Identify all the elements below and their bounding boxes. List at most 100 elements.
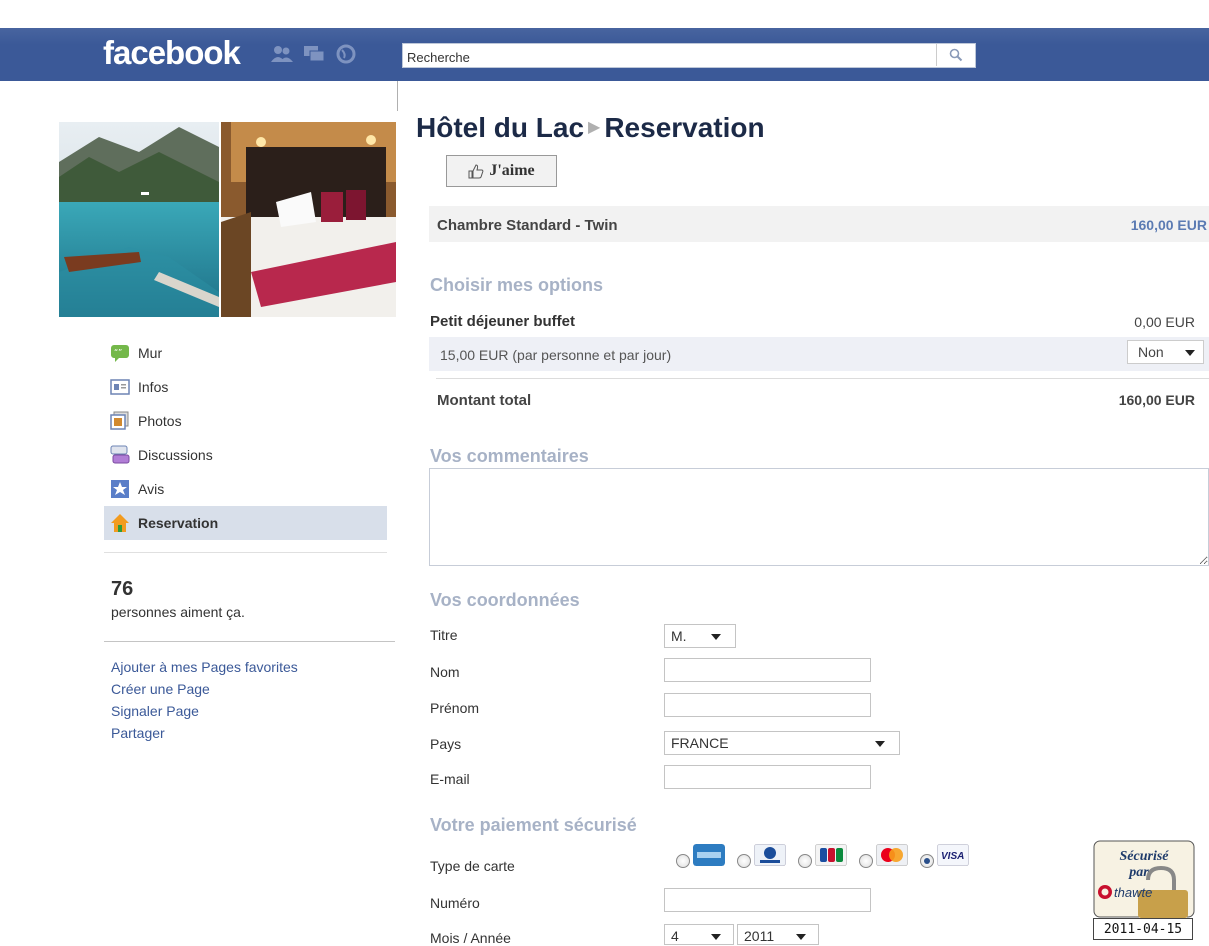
like-label: J'aime: [489, 162, 535, 179]
jcb-card-icon: [815, 844, 847, 866]
card-type-options: VISA: [676, 844, 981, 868]
chevron-down-icon: [1185, 350, 1195, 356]
share-link[interactable]: Partager: [111, 722, 298, 744]
chevron-down-icon: [711, 634, 721, 640]
reviews-icon: [111, 480, 129, 498]
jcb-radio[interactable]: [798, 854, 812, 868]
sidebar-item-label: Reservation: [138, 515, 219, 531]
svg-text:“”: “”: [114, 348, 122, 357]
year-select[interactable]: 2011: [737, 924, 819, 945]
likes-count: 76: [111, 578, 134, 600]
card-option-mastercard[interactable]: [859, 844, 908, 868]
notification-jewels: [270, 44, 358, 64]
like-button[interactable]: J'aime: [446, 155, 557, 187]
create-page-link[interactable]: Créer une Page: [111, 678, 298, 700]
year-select-value: 2011: [744, 928, 775, 944]
chevron-down-icon: [875, 741, 885, 747]
diners-card-icon: [754, 844, 786, 866]
month-select-value: 4: [671, 928, 679, 944]
sidebar-item-reservation[interactable]: Reservation: [104, 506, 387, 540]
email-label: E-mail: [430, 771, 470, 787]
prenom-field[interactable]: [664, 693, 871, 717]
breakfast-select[interactable]: Non: [1127, 340, 1204, 364]
page-title: Hôtel du Lac ▶ Reservation: [416, 112, 765, 144]
amex-radio[interactable]: [676, 854, 690, 868]
month-year-label: Mois / Année: [430, 930, 511, 946]
comments-heading: Vos commentaires: [430, 446, 589, 466]
options-heading: Choisir mes options: [430, 275, 604, 295]
breadcrumb-arrow-icon: ▶: [588, 119, 601, 136]
svg-text:VISA: VISA: [941, 851, 964, 862]
amex-card-icon: [693, 844, 725, 866]
lake-photo[interactable]: [59, 122, 219, 317]
visa-radio[interactable]: [920, 854, 934, 868]
prenom-label: Prénom: [430, 700, 480, 716]
nom-label: Nom: [430, 664, 460, 680]
notifications-globe-icon[interactable]: [334, 44, 358, 64]
sidebar-item-mur[interactable]: “” Mur: [104, 336, 387, 370]
sidebar-item-infos[interactable]: Infos: [104, 370, 387, 404]
seal-date: 2011-04-15: [1093, 918, 1193, 940]
nom-field[interactable]: [664, 658, 871, 682]
sidebar-nav: “” Mur Infos Photos Discussions Avis Res…: [104, 336, 387, 540]
messages-icon[interactable]: [302, 44, 326, 64]
info-icon: [110, 379, 130, 395]
comments-textarea[interactable]: [429, 468, 1209, 566]
column-divider: [397, 81, 398, 111]
divider: [104, 552, 387, 553]
mastercard-radio[interactable]: [859, 854, 873, 868]
card-option-amex[interactable]: [676, 844, 725, 868]
total-label: Montant total: [437, 392, 532, 409]
titre-select-value: M.: [671, 628, 687, 644]
friend-requests-icon[interactable]: [270, 44, 294, 64]
profile-photos: [59, 122, 396, 317]
option-price: 0,00 EUR: [1134, 314, 1195, 330]
top-strip: [0, 0, 1209, 28]
divider: [104, 641, 395, 642]
likes-text: personnes aiment ça.: [111, 604, 245, 620]
wall-icon: “”: [111, 345, 129, 362]
card-type-label: Type de carte: [430, 858, 515, 874]
search-icon: [949, 48, 963, 62]
photos-icon: [110, 411, 129, 430]
breakfast-select-value: Non: [1138, 344, 1164, 360]
card-option-diners[interactable]: [737, 844, 786, 868]
facebook-logo[interactable]: facebook: [103, 34, 241, 72]
search-button[interactable]: [936, 44, 975, 66]
sidebar-item-avis[interactable]: Avis: [104, 472, 387, 506]
titre-select[interactable]: M.: [664, 624, 736, 648]
sidebar-item-photos[interactable]: Photos: [104, 404, 387, 438]
pays-select-value: FRANCE: [671, 735, 729, 751]
page-name[interactable]: Hôtel du Lac: [416, 112, 584, 143]
chevron-down-icon: [711, 934, 721, 940]
discussions-icon: [110, 445, 130, 464]
top-bar: facebook: [0, 0, 1209, 81]
diners-radio[interactable]: [737, 854, 751, 868]
month-select[interactable]: 4: [664, 924, 734, 945]
card-option-jcb[interactable]: [798, 844, 847, 868]
sidebar-item-label: Discussions: [138, 447, 213, 463]
email-field[interactable]: [664, 765, 871, 789]
sidebar-item-label: Mur: [138, 345, 163, 361]
card-number-field[interactable]: [664, 888, 871, 912]
hotel-room-photo[interactable]: [221, 122, 396, 317]
thumbs-up-icon: [468, 163, 484, 178]
sidebar-item-label: Photos: [138, 413, 182, 429]
room-name: Chambre Standard - Twin: [437, 217, 618, 234]
pays-label: Pays: [430, 736, 462, 752]
total-value: 160,00 EUR: [1118, 392, 1195, 408]
option-name: Petit déjeuner buffet: [430, 313, 576, 330]
number-label: Numéro: [430, 895, 480, 911]
page-section: Reservation: [604, 112, 765, 143]
search-input[interactable]: [402, 43, 976, 68]
seal-brand: thawte: [1114, 885, 1152, 900]
room-price: 160,00 EUR: [1130, 217, 1207, 233]
contact-heading: Vos coordonnées: [430, 590, 580, 610]
home-icon: [111, 514, 129, 532]
seal-line2: par: [1128, 865, 1149, 880]
card-option-visa[interactable]: VISA: [920, 844, 969, 868]
add-to-favorites-link[interactable]: Ajouter à mes Pages favorites: [111, 656, 298, 678]
sidebar-item-discussions[interactable]: Discussions: [104, 438, 387, 472]
report-page-link[interactable]: Signaler Page: [111, 700, 298, 722]
pays-select[interactable]: FRANCE: [664, 731, 900, 755]
